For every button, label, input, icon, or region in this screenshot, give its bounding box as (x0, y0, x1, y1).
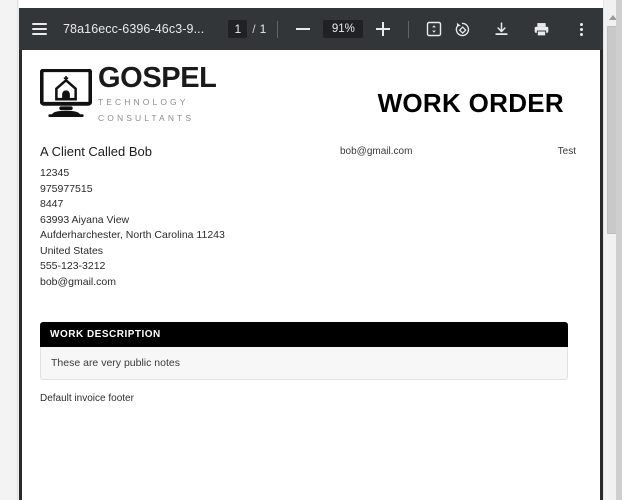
download-button[interactable] (487, 15, 515, 43)
work-description-body: These are very public notes (40, 347, 568, 380)
document-meta: bob@gmail.com Test (340, 144, 582, 290)
company-branding: GOSPEL TECHNOLOGY CONSULTANTS (40, 62, 217, 124)
window-left-gutter (0, 0, 18, 500)
zoom-in-button[interactable] (369, 15, 397, 43)
print-button[interactable] (527, 15, 555, 43)
minus-icon (296, 22, 311, 36)
brand-tagline-line-1: TECHNOLOGY (98, 97, 189, 107)
print-icon (534, 22, 548, 36)
letterhead: GOSPEL TECHNOLOGY CONSULTANTS WORK ORDER (40, 50, 582, 124)
document-type-title: WORK ORDER (377, 88, 564, 118)
work-description-heading: WORK DESCRIPTION (40, 322, 568, 347)
page-total: 1 (259, 22, 267, 36)
zoom-level-value[interactable]: 91% (323, 20, 364, 38)
brand-tagline-line-2: CONSULTANTS (98, 112, 195, 123)
vertical-scrollbar[interactable] (603, 0, 622, 500)
zoom-controls: 91% (289, 15, 397, 43)
client-address-line: United States (40, 244, 104, 257)
client-email: bob@gmail.com (40, 275, 117, 288)
rotate-icon (455, 22, 469, 36)
toolbar-divider-1 (277, 20, 279, 38)
kebab-menu-icon (579, 22, 583, 36)
meta-reference: Test (557, 146, 576, 157)
download-icon (494, 21, 508, 35)
client-phone: 555-123-3212 (40, 260, 106, 272)
scrollbar-outer-track[interactable] (616, 0, 622, 500)
rotate-button[interactable] (448, 15, 476, 43)
monitor-church-logo-icon (40, 68, 92, 117)
client-address-line: 8447 (40, 198, 64, 210)
pdf-viewer: 78a16ecc-6396-46c3-9... / 1 91% (19, 0, 603, 500)
page-navigation: / 1 (228, 20, 266, 38)
toolbar-divider-2 (408, 20, 410, 38)
meta-email: bob@gmail.com (340, 146, 413, 157)
toolbar-right-actions (487, 15, 595, 43)
brand-name: GOSPEL (98, 62, 217, 94)
client-address-line: 63993 Aiyana View (40, 213, 130, 226)
bill-to-block: A Client Called Bob 12345 975977515 8447… (40, 144, 340, 290)
fit-to-page-button[interactable] (420, 15, 448, 43)
pdf-viewer-window: 78a16ecc-6396-46c3-9... / 1 91% (0, 0, 622, 500)
zoom-out-button[interactable] (289, 15, 317, 43)
client-address-line: 12345 (40, 167, 70, 179)
fit-to-page-icon (427, 21, 442, 37)
document-title: 78a16ecc-6396-46c3-9... (63, 22, 205, 36)
more-options-button[interactable] (567, 15, 595, 43)
invoice-footer-text: Default invoice footer (40, 393, 134, 404)
page-number-input[interactable] (228, 20, 248, 38)
client-address-line: 975977515 (40, 182, 93, 195)
hamburger-menu-button[interactable] (25, 15, 53, 43)
plus-icon (376, 22, 391, 36)
client-name: A Client Called Bob (40, 144, 153, 159)
page-separator: / (252, 22, 256, 36)
client-address-line: Aufderharchester, North Carolina 11243 (40, 229, 225, 241)
work-description-section: WORK DESCRIPTION These are very public n… (40, 322, 568, 380)
pdf-toolbar: 78a16ecc-6396-46c3-9... / 1 91% (19, 8, 603, 50)
document-page: GOSPEL TECHNOLOGY CONSULTANTS WORK ORDER… (19, 50, 603, 500)
hamburger-menu-icon (31, 23, 47, 35)
parties-section: A Client Called Bob 12345 975977515 8447… (40, 144, 582, 290)
brand-text: GOSPEL TECHNOLOGY CONSULTANTS (98, 62, 217, 124)
document-page-content: GOSPEL TECHNOLOGY CONSULTANTS WORK ORDER… (22, 50, 600, 500)
